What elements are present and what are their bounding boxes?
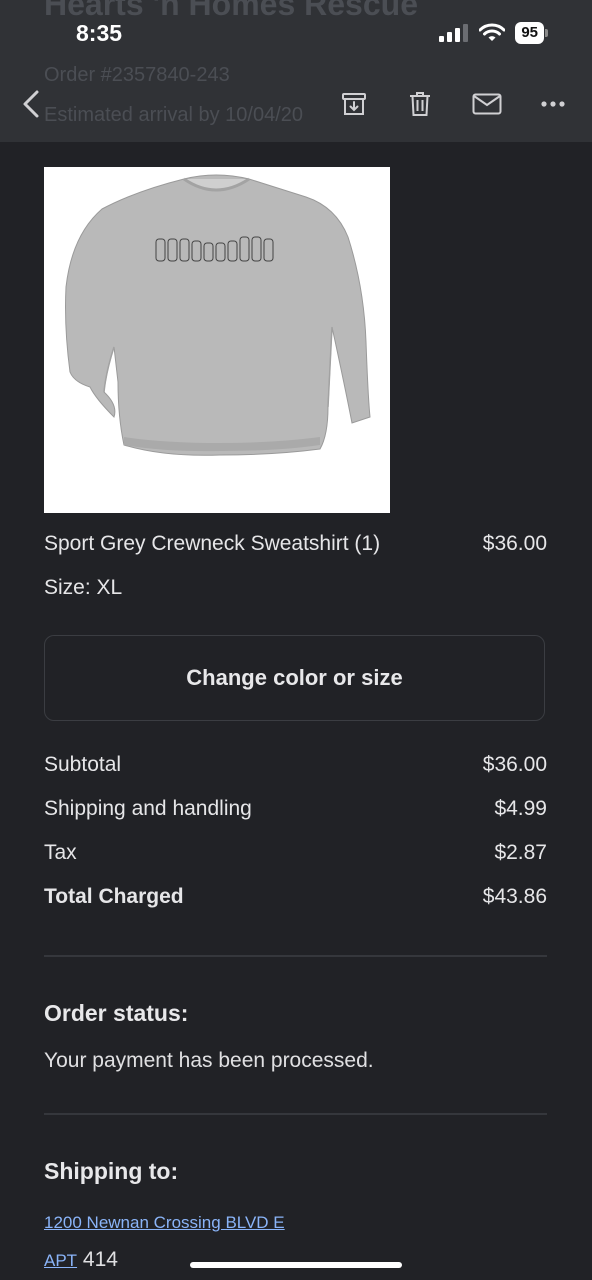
- change-color-size-button[interactable]: Change color or size: [44, 635, 545, 721]
- home-indicator[interactable]: [190, 1262, 402, 1268]
- delete-button[interactable]: [404, 88, 436, 120]
- more-icon: [541, 101, 565, 107]
- shipping-label: Shipping and handling: [44, 797, 252, 820]
- mail-button[interactable]: [469, 88, 505, 120]
- subtotal-value: $36.00: [482, 753, 547, 776]
- order-status-heading: Order status:: [44, 1000, 189, 1026]
- battery-level: 95: [515, 22, 544, 44]
- back-button[interactable]: [14, 86, 48, 122]
- subtotal-label: Subtotal: [44, 753, 122, 776]
- battery-icon: 95: [515, 22, 548, 44]
- item-price: $36.00: [482, 532, 547, 555]
- archive-button[interactable]: [338, 88, 370, 120]
- shipping-heading: Shipping to:: [44, 1158, 179, 1184]
- divider: [44, 955, 547, 957]
- total-row: Total Charged $43.86: [44, 885, 547, 909]
- total-label: Total Charged: [44, 885, 184, 908]
- trash-icon: [410, 92, 430, 116]
- item-size-row: Size: XL: [44, 576, 547, 600]
- apt-link[interactable]: APT: [44, 1251, 77, 1270]
- sweatshirt-image: [65, 174, 371, 456]
- item-row: Sport Grey Crewneck Sweatshirt (1) $36.0…: [44, 532, 547, 556]
- ghost-estimated-arrival: Estimated arrival by 10/04/20: [44, 104, 304, 126]
- apt-number: 414: [82, 1248, 118, 1271]
- product-image: [44, 167, 390, 513]
- mail-icon: [472, 93, 502, 115]
- status-time: 8:35: [76, 20, 123, 46]
- total-value: $43.86: [482, 885, 547, 908]
- ghost-order-number: Order #2357840-243: [44, 64, 230, 86]
- tax-value: $2.87: [494, 841, 547, 864]
- top-bar: Hearts 'n Homes Rescue Order #2357840-24…: [0, 0, 592, 142]
- address-apt-row: APT 414: [44, 1248, 118, 1272]
- address-line1-row: 1200 Newnan Crossing BLVD E: [44, 1210, 285, 1234]
- signal-icon: [439, 24, 469, 42]
- chevron-left-icon: [23, 90, 39, 118]
- status-icons: 95: [439, 22, 548, 44]
- divider: [44, 1113, 547, 1115]
- tax-row: Tax $2.87: [44, 841, 547, 865]
- item-name: Sport Grey Crewneck Sweatshirt (1): [44, 532, 381, 555]
- shipping-row: Shipping and handling $4.99: [44, 797, 547, 821]
- address-line1-link[interactable]: 1200 Newnan Crossing BLVD E: [44, 1213, 285, 1232]
- order-status-text: Your payment has been processed.: [44, 1049, 374, 1072]
- archive-icon: [342, 93, 366, 115]
- shipping-value: $4.99: [494, 797, 547, 820]
- wifi-icon: [479, 23, 506, 41]
- more-options-button[interactable]: [536, 88, 570, 120]
- tax-label: Tax: [44, 841, 77, 864]
- subtotal-row: Subtotal $36.00: [44, 753, 547, 777]
- item-size: Size: XL: [44, 576, 123, 599]
